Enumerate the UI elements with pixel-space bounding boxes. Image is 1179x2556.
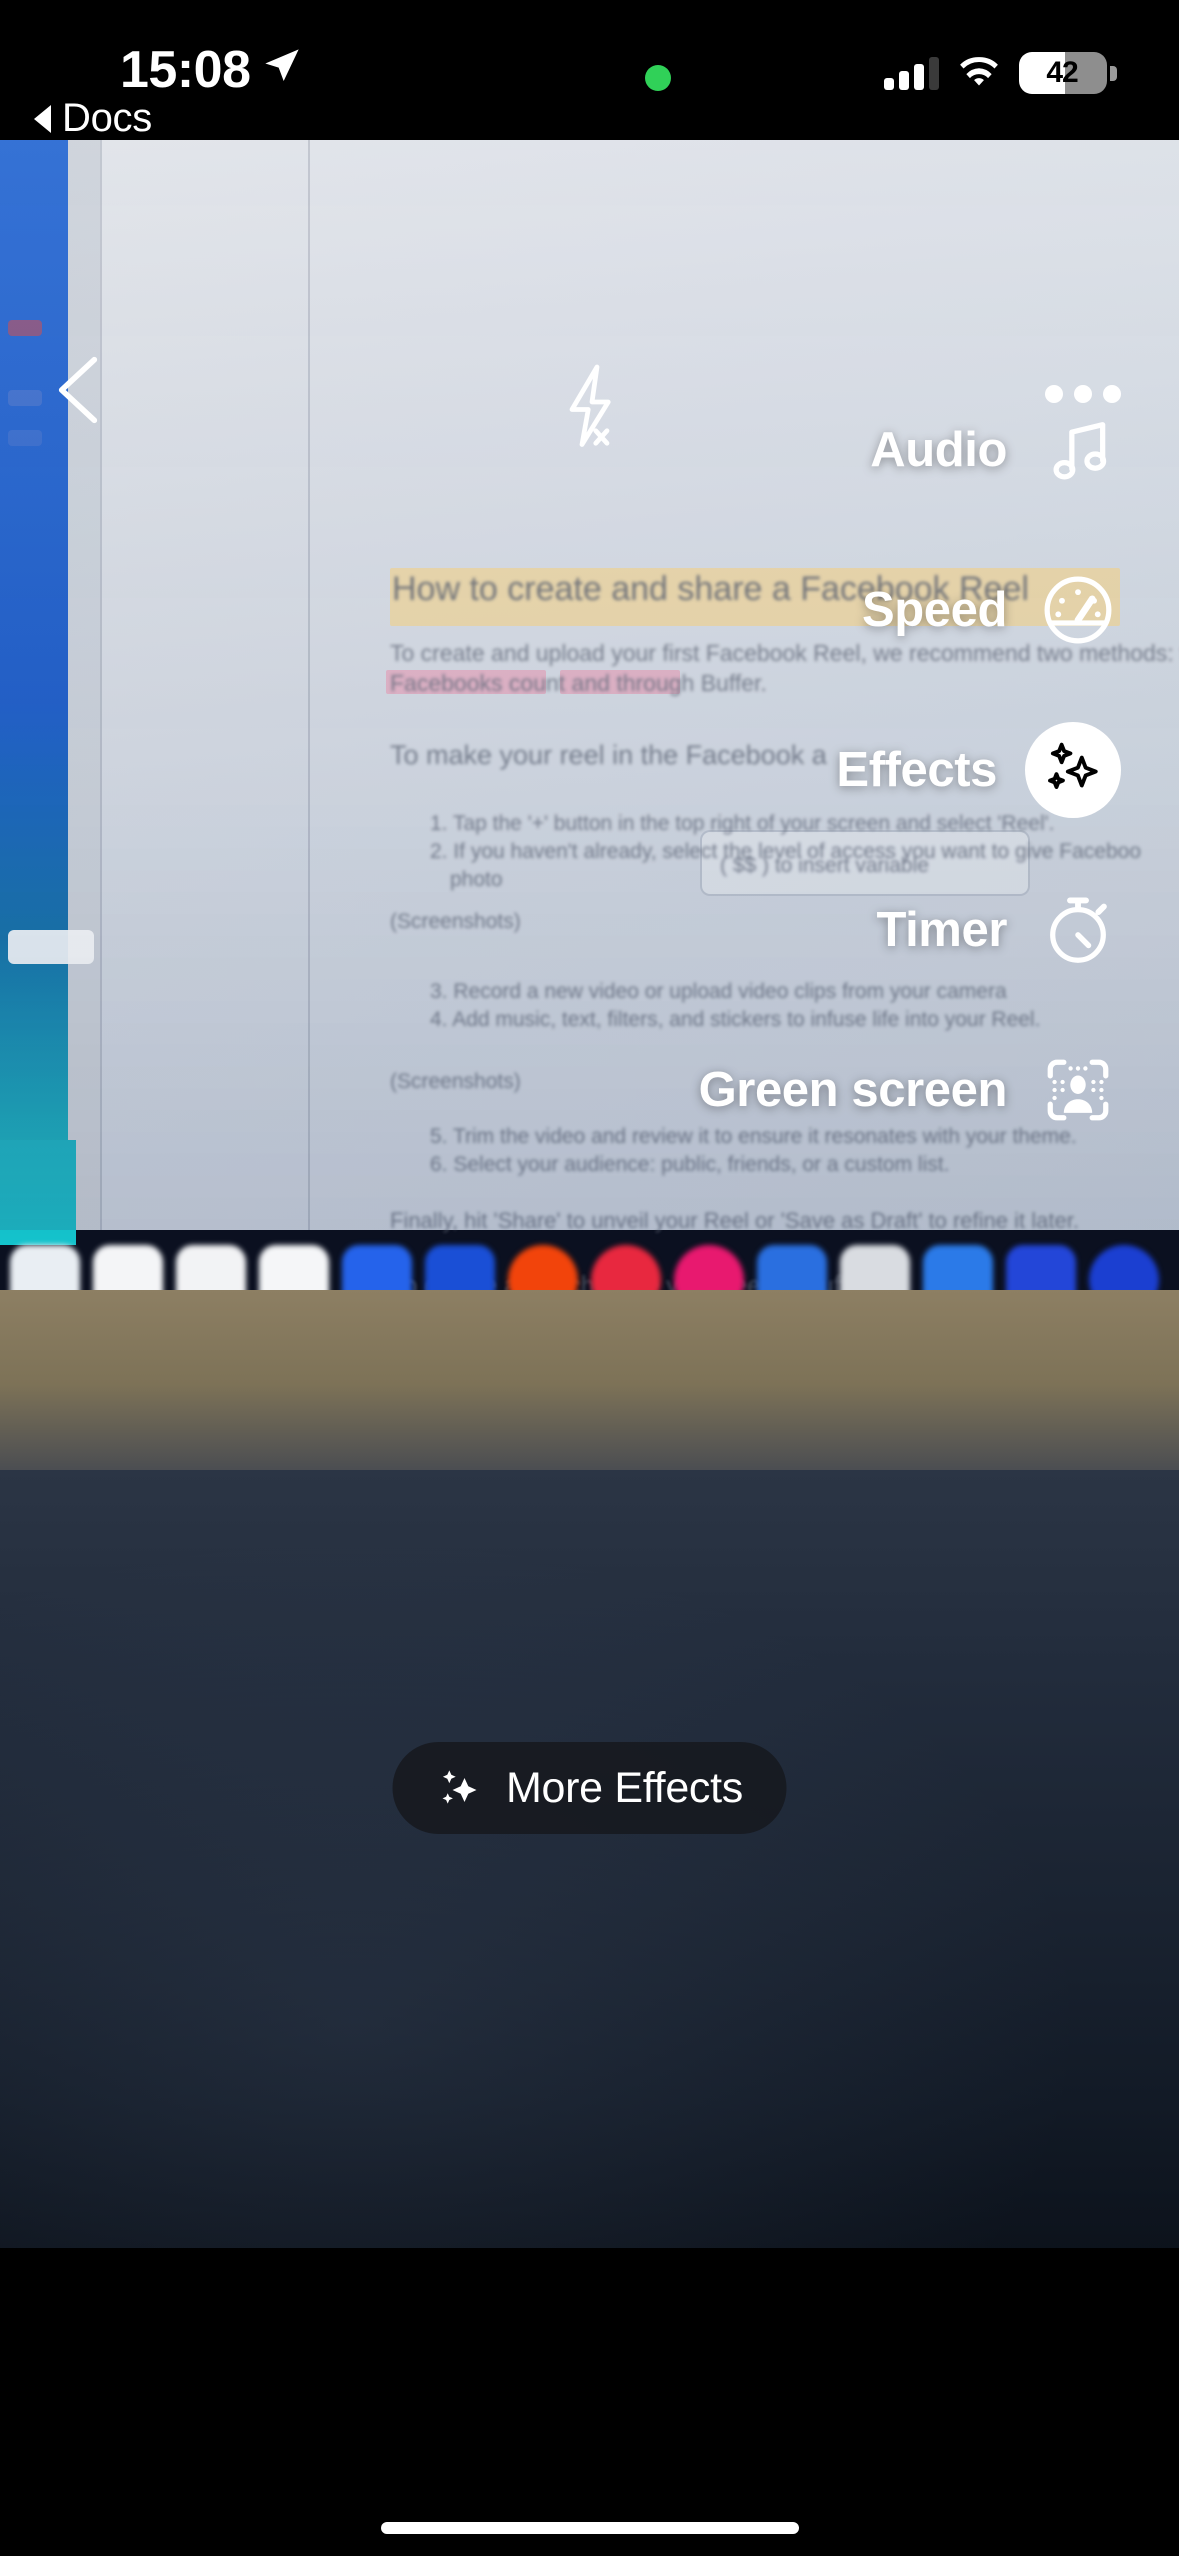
location-arrow-icon <box>265 49 299 81</box>
battery-percent-label: 42 <box>1046 56 1078 89</box>
music-note-icon <box>1035 407 1121 493</box>
menu-item-speed[interactable]: Speed <box>459 530 1179 690</box>
stopwatch-icon <box>1035 887 1121 973</box>
menu-item-effects[interactable]: Effects <box>459 690 1179 850</box>
more-effects-button[interactable]: More Effects <box>392 1742 787 1834</box>
back-to-app-label: Docs <box>62 96 152 140</box>
doc-side-chip <box>8 930 94 964</box>
reels-camera-screen: How to create and share a Facebook Reel … <box>0 0 1179 2556</box>
green-screen-icon <box>1035 1047 1121 1133</box>
menu-item-label: Green screen <box>698 1063 1008 1117</box>
top-nav-bar <box>0 140 1179 447</box>
cellular-bars-icon <box>884 56 939 90</box>
menu-item-label: Audio <box>870 423 1007 477</box>
menu-item-timer[interactable]: Timer <box>459 850 1179 1010</box>
effect-carousel[interactable] <box>0 1895 1179 2105</box>
sparkles-icon <box>442 1770 477 1804</box>
menu-item-green-screen[interactable]: Green screen <box>459 1010 1179 1170</box>
battery-icon: 42 <box>1019 52 1117 94</box>
desk-surface <box>0 1290 1179 1500</box>
chevron-left-icon[interactable] <box>50 355 106 425</box>
menu-item-label: Effects <box>836 743 997 797</box>
doc-side-marker-3 <box>8 430 42 446</box>
green-dot-icon <box>645 65 671 91</box>
speedometer-icon <box>1035 567 1121 653</box>
doc-side-marker-2 <box>8 390 42 406</box>
menu-item-audio[interactable]: Audio <box>459 370 1179 530</box>
home-indicator <box>380 2522 799 2534</box>
effects-side-menu: Audio Speed Effects Timer Green screen <box>459 370 1179 1170</box>
bottom-toolbar: sunset sky By kunal_maida <box>0 2248 1179 2556</box>
status-bar: 15:08 42 Docs <box>0 0 1179 145</box>
wifi-icon <box>960 57 998 86</box>
more-effects-label: More Effects <box>506 1763 743 1812</box>
sparkles-icon <box>1025 722 1121 818</box>
room-background <box>0 1470 1179 2248</box>
menu-item-label: Timer <box>876 903 1007 957</box>
status-bar-time: 15:08 <box>120 41 251 99</box>
back-to-app-button[interactable]: Docs <box>34 96 152 141</box>
back-triangle-icon <box>34 104 51 133</box>
menu-item-label: Speed <box>861 583 1007 637</box>
